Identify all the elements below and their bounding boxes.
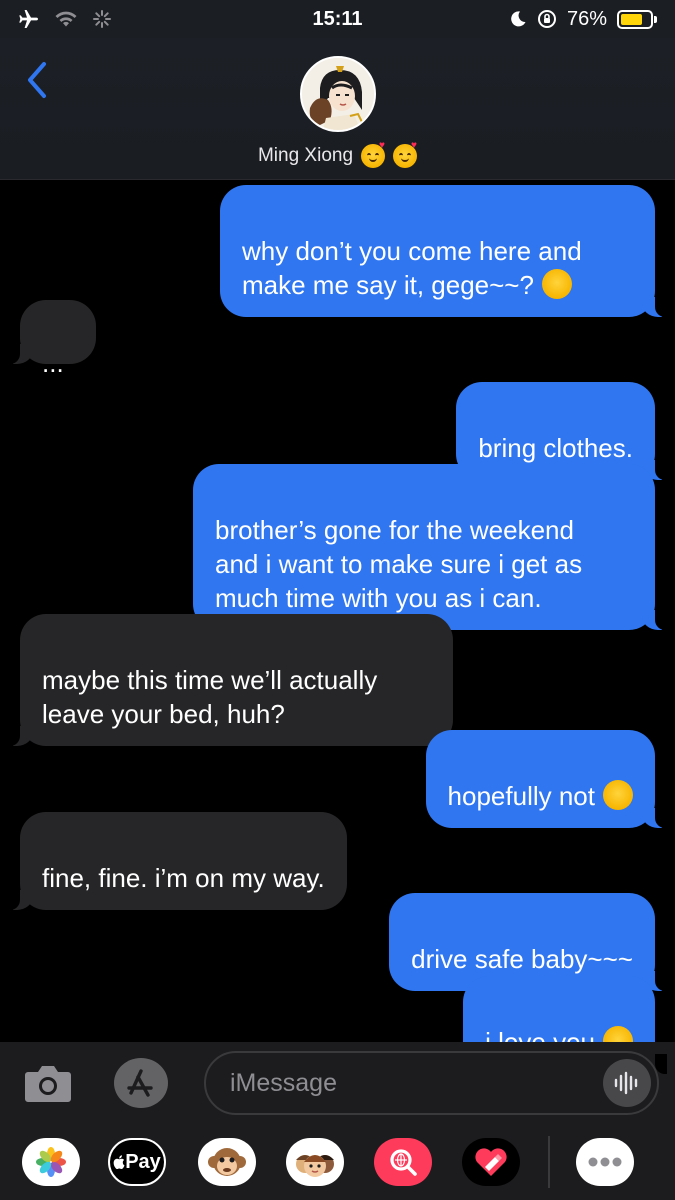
digital-touch-icon — [475, 1148, 507, 1176]
message-bubble-sent[interactable]: hopefully not — [425, 730, 668, 828]
orientation-lock-icon — [537, 9, 557, 29]
memoji-icon — [296, 1155, 334, 1177]
input-bar: iMessage — [0, 1042, 675, 1124]
app-drawer: Pay — [0, 1124, 675, 1200]
apple-pay-button[interactable]: Pay — [108, 1138, 166, 1186]
activity-spinner-icon — [92, 9, 112, 29]
image-search-icon — [390, 1149, 417, 1176]
message-text: fine, fine. i’m on my way. — [42, 863, 325, 893]
camera-button[interactable] — [22, 1060, 74, 1106]
memoji-button[interactable] — [286, 1138, 344, 1186]
monkey-animoji-icon — [208, 1148, 246, 1176]
smiling-face-with-hearts-icon — [603, 780, 633, 810]
message-bubble-sent[interactable]: brother’s gone for the weekend and i wan… — [193, 464, 667, 630]
contact-name-row[interactable]: Ming Xiong ♥ ♥ — [0, 141, 675, 168]
audio-message-button[interactable] — [603, 1059, 651, 1107]
airplane-icon — [18, 9, 40, 29]
message-text: drive safe baby~~~ — [411, 944, 633, 974]
message-text: maybe this time we’ll actually leave you… — [42, 665, 378, 729]
contact-name: Ming Xiong — [257, 145, 354, 166]
camera-icon — [25, 1066, 71, 1102]
animoji-button[interactable] — [198, 1138, 256, 1186]
wifi-icon — [54, 10, 78, 28]
message-bubble-received[interactable]: maybe this time we’ll actually leave you… — [8, 614, 453, 746]
avatar[interactable] — [300, 56, 376, 132]
battery-fill — [621, 13, 643, 25]
message-text: hopefully not — [447, 781, 595, 811]
smirking-face-icon — [541, 269, 572, 299]
message-bubble-sent[interactable]: why don’t you come here and make me say … — [220, 185, 667, 317]
avatar-illustration — [302, 58, 374, 130]
status-bar: 15:11 76% — [0, 0, 675, 38]
message-text: brother’s gone for the weekend and i wan… — [215, 515, 583, 613]
app-store-button[interactable] — [114, 1058, 168, 1108]
message-bubble-received[interactable]: fine, fine. i’m on my way. — [8, 812, 347, 910]
more-apps-button[interactable] — [576, 1138, 634, 1186]
more-icon — [588, 1157, 622, 1167]
message-text: why don’t you come here and make me say … — [242, 236, 582, 300]
photos-app-button[interactable] — [22, 1138, 80, 1186]
app-drawer-divider — [548, 1136, 550, 1188]
message-input-placeholder: iMessage — [230, 1068, 337, 1097]
image-search-button[interactable] — [374, 1138, 432, 1186]
conversation-header: Ming Xiong ♥ ♥ — [0, 38, 675, 180]
digital-touch-button[interactable] — [462, 1138, 520, 1186]
message-bubble-received[interactable]: ... — [8, 300, 96, 378]
message-text: ... — [42, 348, 64, 378]
smiling-face-with-hearts-icon: ♥ — [361, 141, 386, 168]
app-store-icon — [127, 1069, 153, 1097]
photos-icon — [36, 1147, 66, 1177]
chevron-left-icon — [28, 62, 46, 98]
battery-icon — [617, 9, 657, 29]
status-left — [18, 9, 218, 29]
back-button[interactable] — [22, 60, 52, 100]
smiling-face-with-hearts-icon: ♥ — [393, 141, 418, 168]
message-thread[interactable]: why don’t you come here and make me say … — [0, 180, 675, 1074]
waveform-icon — [614, 1071, 638, 1095]
moon-icon — [509, 10, 527, 28]
status-time: 15:11 — [312, 7, 363, 30]
message-text: bring clothes. — [478, 433, 633, 463]
apple-logo-icon — [113, 1155, 125, 1169]
battery-percent: 76% — [566, 7, 607, 30]
status-right: 76% — [457, 8, 657, 31]
apple-pay-label: Pay — [125, 1150, 161, 1173]
message-input[interactable]: iMessage — [204, 1051, 659, 1115]
